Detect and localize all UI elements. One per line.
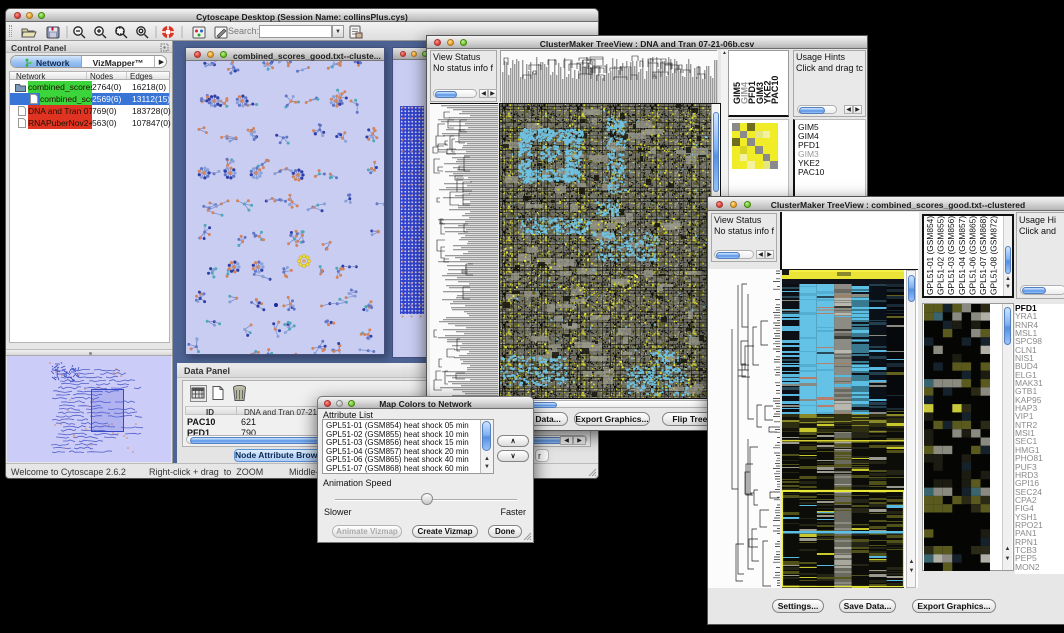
svg-text:GPL51-06 (GSM865): GPL51-06 (GSM865) xyxy=(967,216,977,295)
svg-text:PAC10: PAC10 xyxy=(770,76,780,104)
svg-text:GPL51-01 (GSM854): GPL51-01 (GSM854) xyxy=(925,216,935,295)
svg-text:GPL51-08 (GSM872): GPL51-08 (GSM872) xyxy=(989,216,999,295)
svg-text:GPL51-07 (GSM868): GPL51-07 (GSM868) xyxy=(978,216,988,295)
svg-text:GPL51-04 (GSM857): GPL51-04 (GSM857) xyxy=(957,216,967,295)
svg-text:GPL51-02 (GSM855): GPL51-02 (GSM855) xyxy=(936,216,946,295)
svg-text:GPL51-03 (GSM856): GPL51-03 (GSM856) xyxy=(946,216,956,295)
